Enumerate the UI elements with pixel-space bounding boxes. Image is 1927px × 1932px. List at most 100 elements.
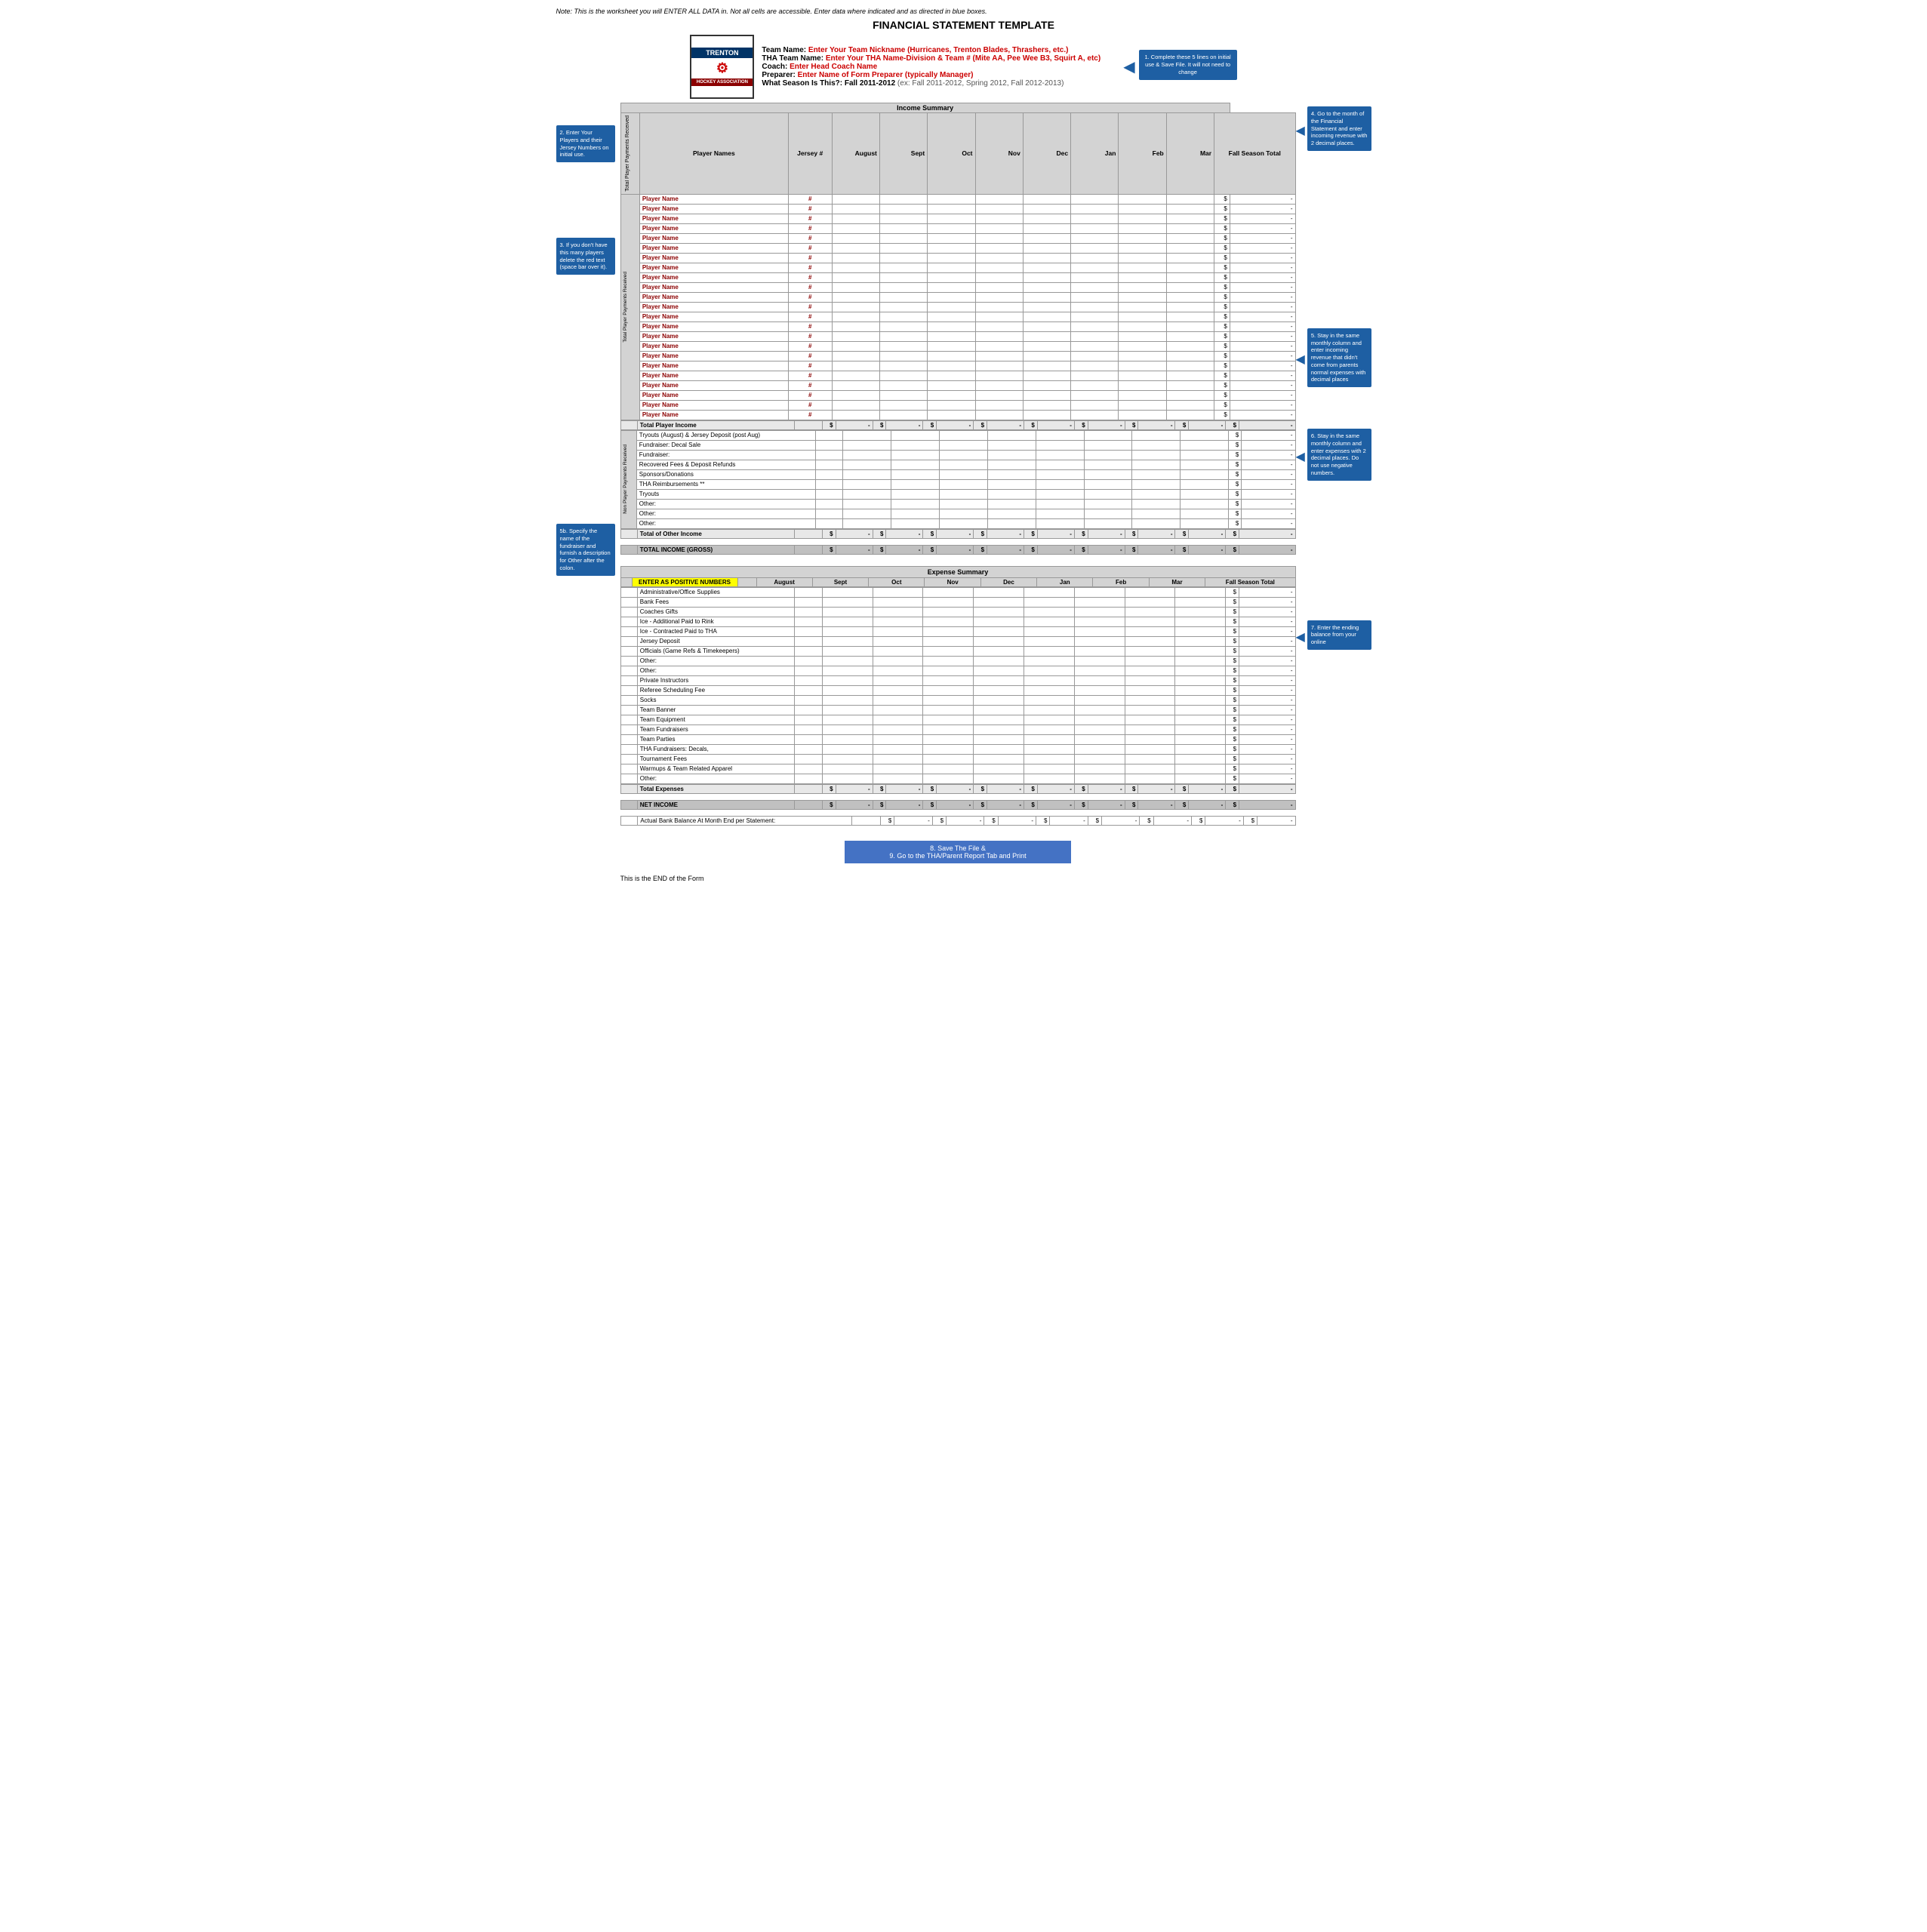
jersey-cell[interactable]: # bbox=[788, 410, 832, 420]
month-input-cell[interactable] bbox=[928, 361, 975, 371]
jersey-cell[interactable]: # bbox=[788, 223, 832, 233]
other-month-input-cell[interactable] bbox=[1036, 469, 1084, 479]
month-input-cell[interactable] bbox=[975, 400, 1023, 410]
jersey-cell[interactable]: # bbox=[788, 400, 832, 410]
expense-month-input-cell[interactable] bbox=[1024, 754, 1075, 764]
month-input-cell[interactable] bbox=[1166, 272, 1214, 282]
other-month-input-cell[interactable] bbox=[1132, 479, 1181, 489]
month-input-cell[interactable] bbox=[1023, 282, 1070, 292]
other-month-input-cell[interactable] bbox=[1036, 440, 1084, 450]
expense-month-input-cell[interactable] bbox=[1175, 695, 1226, 705]
expense-month-input-cell[interactable] bbox=[923, 695, 974, 705]
month-input-cell[interactable] bbox=[832, 371, 879, 380]
other-month-input-cell[interactable] bbox=[1036, 489, 1084, 499]
other-month-input-cell[interactable] bbox=[939, 440, 987, 450]
expense-month-input-cell[interactable] bbox=[1024, 617, 1075, 626]
player-name-cell[interactable]: Player Name bbox=[639, 351, 788, 361]
month-input-cell[interactable] bbox=[1166, 380, 1214, 390]
expense-month-input-cell[interactable] bbox=[923, 675, 974, 685]
month-input-cell[interactable] bbox=[1166, 204, 1214, 214]
player-name-cell[interactable]: Player Name bbox=[639, 204, 788, 214]
expense-month-input-cell[interactable] bbox=[1125, 626, 1175, 636]
other-month-input-cell[interactable] bbox=[1181, 450, 1229, 460]
expense-month-input-cell[interactable] bbox=[1074, 734, 1125, 744]
expense-month-input-cell[interactable] bbox=[974, 587, 1024, 597]
expense-month-input-cell[interactable] bbox=[923, 597, 974, 607]
expense-month-input-cell[interactable] bbox=[974, 617, 1024, 626]
expense-month-input-cell[interactable] bbox=[1175, 626, 1226, 636]
expense-month-input-cell[interactable] bbox=[822, 774, 873, 783]
month-input-cell[interactable] bbox=[1166, 302, 1214, 312]
month-input-cell[interactable] bbox=[975, 223, 1023, 233]
other-month-input-cell[interactable] bbox=[939, 479, 987, 489]
expense-month-input-cell[interactable] bbox=[822, 597, 873, 607]
month-input-cell[interactable] bbox=[1119, 351, 1166, 361]
month-input-cell[interactable] bbox=[975, 331, 1023, 341]
month-input-cell[interactable] bbox=[1166, 223, 1214, 233]
month-input-cell[interactable] bbox=[975, 312, 1023, 321]
expense-month-input-cell[interactable] bbox=[1125, 636, 1175, 646]
jersey-cell[interactable]: # bbox=[788, 331, 832, 341]
month-input-cell[interactable] bbox=[1119, 400, 1166, 410]
expense-month-input-cell[interactable] bbox=[873, 597, 923, 607]
other-month-input-cell[interactable] bbox=[1036, 518, 1084, 528]
expense-month-input-cell[interactable] bbox=[873, 626, 923, 636]
expense-month-input-cell[interactable] bbox=[873, 744, 923, 754]
expense-month-input-cell[interactable] bbox=[1175, 724, 1226, 734]
month-input-cell[interactable] bbox=[1119, 321, 1166, 331]
expense-month-input-cell[interactable] bbox=[822, 734, 873, 744]
other-month-input-cell[interactable] bbox=[1132, 440, 1181, 450]
month-input-cell[interactable] bbox=[1071, 223, 1119, 233]
expense-month-input-cell[interactable] bbox=[923, 666, 974, 675]
month-input-cell[interactable] bbox=[1166, 331, 1214, 341]
expense-month-input-cell[interactable] bbox=[974, 626, 1024, 636]
expense-month-input-cell[interactable] bbox=[822, 587, 873, 597]
month-input-cell[interactable] bbox=[1023, 400, 1070, 410]
month-input-cell[interactable] bbox=[1166, 410, 1214, 420]
expense-month-input-cell[interactable] bbox=[822, 656, 873, 666]
expense-month-input-cell[interactable] bbox=[1125, 685, 1175, 695]
expense-month-input-cell[interactable] bbox=[1125, 597, 1175, 607]
month-input-cell[interactable] bbox=[832, 380, 879, 390]
jersey-cell[interactable]: # bbox=[788, 272, 832, 282]
expense-month-input-cell[interactable] bbox=[923, 754, 974, 764]
other-month-input-cell[interactable] bbox=[891, 479, 939, 489]
expense-month-input-cell[interactable] bbox=[822, 715, 873, 724]
expense-month-input-cell[interactable] bbox=[1125, 754, 1175, 764]
other-month-input-cell[interactable] bbox=[1132, 509, 1181, 518]
other-month-input-cell[interactable] bbox=[842, 469, 891, 479]
expense-month-input-cell[interactable] bbox=[822, 724, 873, 734]
month-input-cell[interactable] bbox=[928, 410, 975, 420]
month-input-cell[interactable] bbox=[928, 351, 975, 361]
expense-month-input-cell[interactable] bbox=[1125, 646, 1175, 656]
expense-month-input-cell[interactable] bbox=[1175, 646, 1226, 656]
other-month-input-cell[interactable] bbox=[842, 430, 891, 440]
expense-month-input-cell[interactable] bbox=[873, 607, 923, 617]
other-month-input-cell[interactable] bbox=[1084, 489, 1132, 499]
expense-month-input-cell[interactable] bbox=[873, 636, 923, 646]
month-input-cell[interactable] bbox=[1071, 282, 1119, 292]
other-month-input-cell[interactable] bbox=[842, 518, 891, 528]
expense-month-input-cell[interactable] bbox=[1074, 666, 1125, 675]
expense-month-input-cell[interactable] bbox=[1024, 626, 1075, 636]
player-name-cell[interactable]: Player Name bbox=[639, 253, 788, 263]
expense-month-input-cell[interactable] bbox=[1125, 774, 1175, 783]
save-box[interactable]: 8. Save The File & 9. Go to the THA/Pare… bbox=[845, 841, 1071, 863]
expense-month-input-cell[interactable] bbox=[1074, 626, 1125, 636]
expense-month-input-cell[interactable] bbox=[1024, 715, 1075, 724]
month-input-cell[interactable] bbox=[879, 194, 927, 204]
month-input-cell[interactable] bbox=[975, 341, 1023, 351]
expense-month-input-cell[interactable] bbox=[1024, 587, 1075, 597]
expense-month-input-cell[interactable] bbox=[1125, 715, 1175, 724]
other-month-input-cell[interactable] bbox=[891, 450, 939, 460]
month-input-cell[interactable] bbox=[1071, 361, 1119, 371]
player-name-cell[interactable]: Player Name bbox=[639, 233, 788, 243]
month-input-cell[interactable] bbox=[975, 321, 1023, 331]
month-input-cell[interactable] bbox=[1023, 361, 1070, 371]
month-input-cell[interactable] bbox=[1023, 351, 1070, 361]
expense-month-input-cell[interactable] bbox=[1074, 695, 1125, 705]
month-input-cell[interactable] bbox=[928, 371, 975, 380]
jersey-cell[interactable]: # bbox=[788, 390, 832, 400]
month-input-cell[interactable] bbox=[832, 204, 879, 214]
expense-month-input-cell[interactable] bbox=[1175, 705, 1226, 715]
